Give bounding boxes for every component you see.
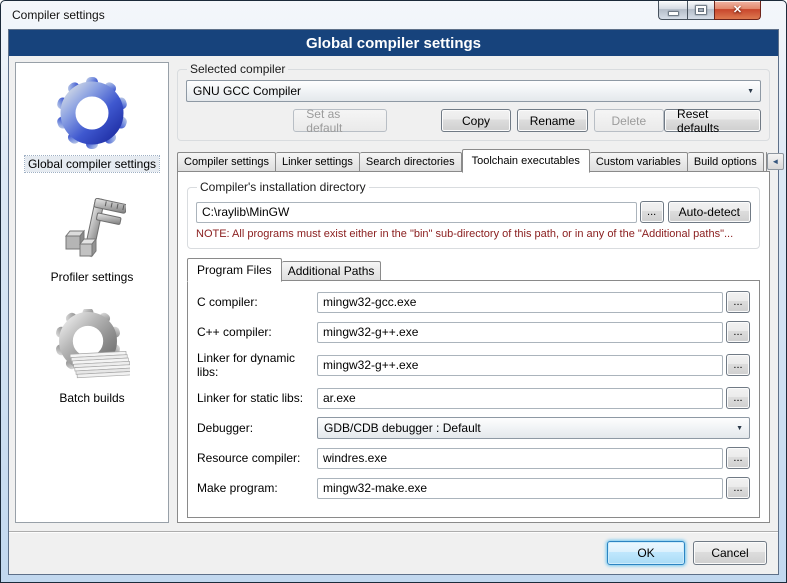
field-label: C++ compiler: xyxy=(197,325,317,339)
tab-scroll-left-button[interactable]: ◄ xyxy=(767,153,784,170)
sidebar-item-batch-builds[interactable]: Batch builds xyxy=(54,309,130,406)
ellipsis-icon: ... xyxy=(733,298,742,306)
dynamic-linker-input[interactable] xyxy=(317,355,723,376)
settings-category-list: Global compiler settings xyxy=(15,62,169,523)
minimize-button[interactable] xyxy=(658,1,687,20)
chevron-down-icon: ▼ xyxy=(741,88,754,95)
browse-cpp-compiler-button[interactable]: ... xyxy=(726,321,750,343)
debugger-select-value: GDB/CDB debugger : Default xyxy=(324,421,481,435)
ellipsis-icon: ... xyxy=(733,484,742,492)
field-row-static-linker: Linker for static libs: ... xyxy=(197,387,750,409)
browse-static-linker-button[interactable]: ... xyxy=(726,387,750,409)
program-files-panel: C compiler: ... C++ compiler: ... Linker… xyxy=(187,280,760,518)
field-label: C compiler: xyxy=(197,295,317,309)
sidebar-item-global-compiler-settings[interactable]: Global compiler settings xyxy=(25,75,159,172)
settings-tabs: Compiler settings Linker settings Search… xyxy=(177,148,770,172)
browse-c-compiler-button[interactable]: ... xyxy=(726,291,750,313)
reset-defaults-button[interactable]: Reset defaults xyxy=(664,109,761,132)
set-as-default-button[interactable]: Set as default xyxy=(293,109,387,132)
field-row-dynamic-linker: Linker for dynamic libs: ... xyxy=(197,351,750,379)
sidebar-item-profiler-settings[interactable]: Profiler settings xyxy=(48,196,137,285)
window-controls: ✕ xyxy=(658,1,761,20)
arrow-left-icon: ◄ xyxy=(771,157,779,166)
compiler-settings-window: Compiler settings ✕ Global compiler sett… xyxy=(0,0,787,583)
close-icon: ✕ xyxy=(733,5,742,16)
auto-detect-button[interactable]: Auto-detect xyxy=(668,201,751,223)
group-legend: Selected compiler xyxy=(187,62,288,76)
blue-gear-icon xyxy=(54,75,130,151)
ellipsis-icon: ... xyxy=(733,361,742,369)
field-row-resource-compiler: Resource compiler: ... xyxy=(197,447,750,469)
tab-compiler-settings[interactable]: Compiler settings xyxy=(177,152,276,172)
tab-search-directories[interactable]: Search directories xyxy=(360,152,462,172)
field-row-c-compiler: C compiler: ... xyxy=(197,291,750,313)
compiler-select-value: GNU GCC Compiler xyxy=(193,84,301,98)
maximize-button[interactable] xyxy=(687,1,714,20)
caliper-icon xyxy=(58,196,126,264)
browse-make-program-button[interactable]: ... xyxy=(726,477,750,499)
sidebar-item-label: Profiler settings xyxy=(48,269,137,285)
installation-directory-group: Compiler's installation directory ... Au… xyxy=(187,180,760,249)
ok-button[interactable]: OK xyxy=(607,541,685,565)
toolchain-executables-panel: Compiler's installation directory ... Au… xyxy=(177,171,770,523)
tab-additional-paths[interactable]: Additional Paths xyxy=(282,261,382,281)
delete-button[interactable]: Delete xyxy=(594,109,664,132)
sidebar-item-label: Global compiler settings xyxy=(25,156,159,172)
browse-resource-compiler-button[interactable]: ... xyxy=(726,447,750,469)
tab-build-options[interactable]: Build options xyxy=(688,152,764,172)
selected-compiler-group: Selected compiler GNU GCC Compiler ▼ Set… xyxy=(177,62,770,141)
field-row-make-program: Make program: ... xyxy=(197,477,750,499)
group-legend: Compiler's installation directory xyxy=(197,180,369,194)
compiler-actions: Set as default Copy Rename Delete Reset … xyxy=(186,109,761,132)
close-button[interactable]: ✕ xyxy=(714,1,761,20)
minimize-icon xyxy=(669,12,678,15)
make-program-input[interactable] xyxy=(317,478,723,499)
tab-linker-settings[interactable]: Linker settings xyxy=(276,152,360,172)
sidebar-item-label: Batch builds xyxy=(56,390,127,406)
dialog-body: Global compiler settings xyxy=(8,29,779,575)
c-compiler-input[interactable] xyxy=(317,292,723,313)
note-text: NOTE: All programs must exist either in … xyxy=(196,228,751,240)
main-panel: Selected compiler GNU GCC Compiler ▼ Set… xyxy=(177,62,770,523)
tab-toolchain-executables[interactable]: Toolchain executables xyxy=(462,149,590,173)
field-row-debugger: Debugger: GDB/CDB debugger : Default ▼ xyxy=(197,417,750,439)
field-label: Linker for dynamic libs: xyxy=(197,351,317,379)
browse-directory-button[interactable]: ... xyxy=(640,201,664,223)
installation-directory-input[interactable] xyxy=(196,202,637,223)
titlebar[interactable]: Compiler settings ✕ xyxy=(1,1,786,29)
field-label: Linker for static libs: xyxy=(197,391,317,405)
tab-custom-variables[interactable]: Custom variables xyxy=(590,152,688,172)
field-label: Debugger: xyxy=(197,421,317,435)
gray-gear-papers-icon xyxy=(54,309,130,385)
window-title: Compiler settings xyxy=(12,8,105,22)
rename-button[interactable]: Rename xyxy=(517,109,588,132)
footer: OK Cancel xyxy=(9,533,778,574)
content: Global compiler settings xyxy=(9,56,778,527)
ellipsis-icon: ... xyxy=(733,454,742,462)
tab-scroll-controls: ◄ ► xyxy=(767,153,787,172)
resource-compiler-input[interactable] xyxy=(317,448,723,469)
ellipsis-icon: ... xyxy=(733,394,742,402)
copy-button[interactable]: Copy xyxy=(441,109,511,132)
page-title: Global compiler settings xyxy=(9,30,778,56)
program-tabs: Program Files Additional Paths xyxy=(187,258,760,281)
ellipsis-icon: ... xyxy=(647,208,656,216)
field-label: Make program: xyxy=(197,481,317,495)
browse-dynamic-linker-button[interactable]: ... xyxy=(726,354,750,376)
field-label: Resource compiler: xyxy=(197,451,317,465)
maximize-icon xyxy=(696,6,706,14)
chevron-down-icon: ▼ xyxy=(730,425,743,432)
debugger-select[interactable]: GDB/CDB debugger : Default ▼ xyxy=(317,417,750,439)
tab-program-files[interactable]: Program Files xyxy=(187,258,282,282)
compiler-select[interactable]: GNU GCC Compiler ▼ xyxy=(186,80,761,102)
static-linker-input[interactable] xyxy=(317,388,723,409)
cancel-button[interactable]: Cancel xyxy=(693,541,767,565)
cpp-compiler-input[interactable] xyxy=(317,322,723,343)
ellipsis-icon: ... xyxy=(733,328,742,336)
field-row-cpp-compiler: C++ compiler: ... xyxy=(197,321,750,343)
